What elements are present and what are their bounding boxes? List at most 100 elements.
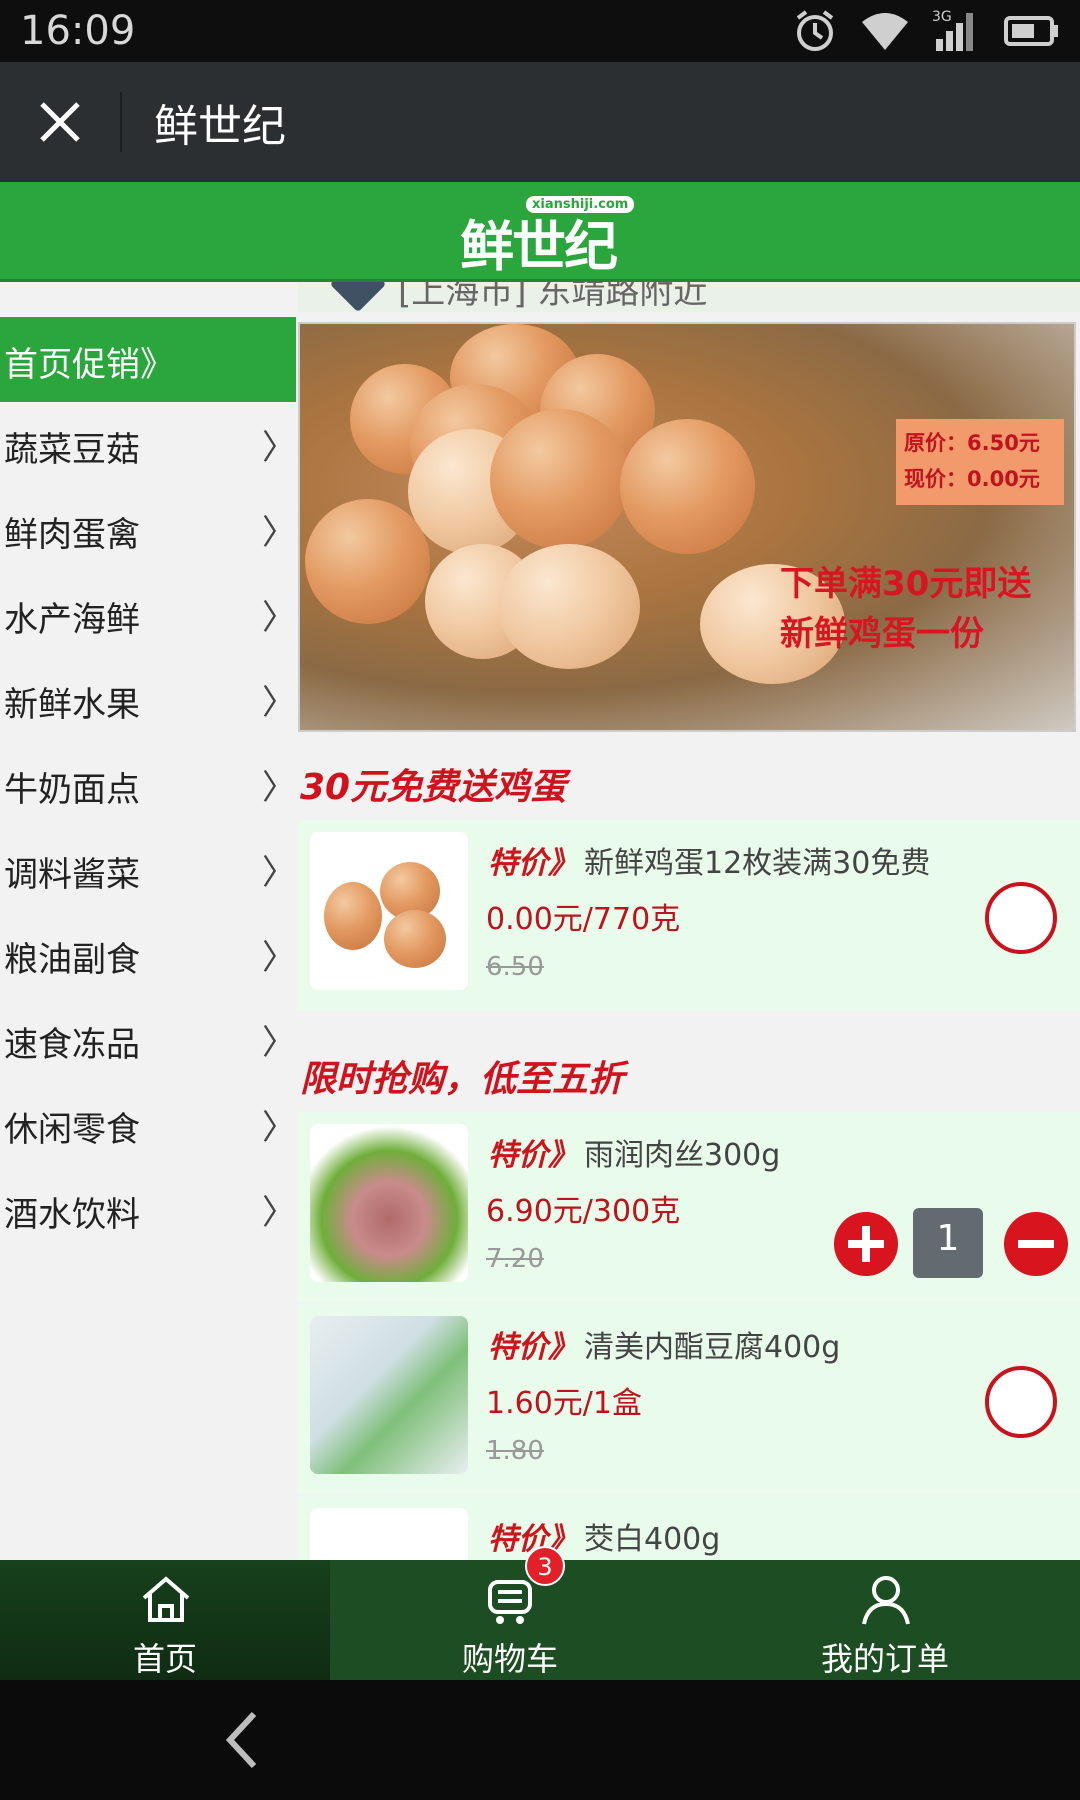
sidebar-item-grains-oil[interactable]: 粮油副食 〉 [0,912,296,997]
sidebar-item-label: 休闲零食 [4,1110,140,1150]
product-card[interactable]: 特价》 新鲜鸡蛋12枚装满30免费 0.00元/770克 6.50 [298,820,1080,1010]
logo-text: 鲜世纪 [460,214,618,278]
status-time: 16:09 [20,8,136,54]
quantity-display: 1 [913,1208,983,1278]
chevron-right-icon: 〉 [262,853,296,893]
chevron-right-icon: 〉 [262,598,296,638]
page-title: 鲜世纪 [154,101,286,152]
chevron-right-icon: 〉 [262,938,296,978]
location-pin-icon [329,282,387,312]
sidebar-item-label: 粮油副食 [4,940,140,980]
location-bar[interactable]: [上海市] 东靖路附近 [298,282,1080,312]
alarm-icon [796,10,834,51]
sidebar-item-fruit[interactable]: 新鲜水果 〉 [0,657,296,742]
banner-now-price: 现价：0.00元 [904,467,1040,491]
chevron-right-icon: 〉 [262,1193,296,1233]
signal-3g-icon: 3G [932,9,982,53]
banner-orig-price: 原价：6.50元 [904,431,1040,455]
sidebar-item-snacks[interactable]: 休闲零食 〉 [0,1082,296,1167]
chevron-right-icon: 〉 [262,513,296,553]
sidebar-item-label: 牛奶面点 [4,770,140,810]
wifi-icon [862,13,908,50]
product-name: 雨润肉丝300g [584,1138,781,1173]
sidebar-item-frozen[interactable]: 速食冻品 〉 [0,997,296,1082]
sidebar-item-label: 速食冻品 [4,1025,140,1065]
chevron-right-icon: 〉 [262,768,296,808]
increase-quantity-button[interactable] [834,1212,898,1276]
banner-price-box: 原价：6.50元 现价：0.00元 [896,419,1064,505]
sidebar-item-label: 调料酱菜 [4,855,140,895]
chevron-right-icon: 〉 [262,1023,296,1063]
product-image-eggs [310,832,468,990]
title-divider [120,92,122,152]
main-content: 原价：6.50元 现价：0.00元 下单满30元即送 新鲜鸡蛋一份 30元免费送… [298,312,1080,1560]
tab-label: 我的订单 [820,1640,949,1678]
product-name: 茭白400g [584,1522,721,1557]
sidebar-item-label: 首页促销》 [4,345,174,385]
egg-image [498,544,640,669]
status-bar: 16:09 3G [0,0,1080,62]
product-image-wild-rice [310,1508,468,1560]
product-price: 6.90元/300克 [486,1194,681,1229]
egg-image [305,499,430,624]
sidebar-item-seafood[interactable]: 水产海鲜 〉 [0,572,296,657]
product-name: 清美内酯豆腐400g [584,1330,841,1365]
product-original-price: 7.20 [486,1244,544,1274]
egg-image [490,409,630,549]
sidebar-item-meat-eggs[interactable]: 鲜肉蛋禽 〉 [0,487,296,572]
product-tag: 特价》 [488,1138,578,1173]
sidebar-item-vegetables[interactable]: 蔬菜豆菇 〉 [0,402,296,487]
cart-count-badge: 3 [525,1546,565,1586]
chevron-right-icon: 〉 [262,428,296,468]
product-card[interactable]: 特价》 雨润肉丝300g 6.90元/300克 7.20 1 [298,1112,1080,1302]
banner-promo-line1: 下单满30元即送 [780,564,1032,604]
tab-cart[interactable]: 3 购物车 [330,1546,690,1680]
tab-label: 购物车 [461,1640,558,1678]
sidebar-item-drinks[interactable]: 酒水饮料 〉 [0,1167,296,1252]
sidebar-item-dairy-bakery[interactable]: 牛奶面点 〉 [0,742,296,827]
product-tag: 特价》 [488,1330,578,1365]
sidebar-item-label: 新鲜水果 [4,685,140,725]
brand-logo: xianshiji.com 鲜世纪 [460,190,635,278]
section-title-flash-sale: 限时抢购，低至五折 [300,1059,625,1100]
sidebar-item-label: 酒水饮料 [4,1195,140,1235]
product-card[interactable]: 特价》 清美内酯豆腐400g 1.60元/1盒 1.80 [298,1304,1080,1494]
tab-label: 首页 [132,1640,197,1678]
product-image-pork [310,1124,468,1282]
tab-home[interactable]: 首页 [0,1560,330,1680]
back-icon[interactable] [222,1710,262,1770]
sidebar-item-promo[interactable]: 首页促销》 [0,317,296,402]
chevron-right-icon: 〉 [262,1108,296,1148]
promo-banner[interactable]: 原价：6.50元 现价：0.00元 下单满30元即送 新鲜鸡蛋一份 [298,322,1076,732]
location-text: [上海市] 东靖路附近 [398,282,708,312]
brand-header: xianshiji.com 鲜世纪 [0,182,1080,282]
product-card[interactable]: 特价》 茭白400g [298,1496,1080,1560]
sidebar-item-condiments[interactable]: 调料酱菜 〉 [0,827,296,912]
battery-icon [1004,16,1058,46]
section-title-free-eggs: 30元免费送鸡蛋 [300,767,567,808]
banner-promo-line2: 新鲜鸡蛋一份 [780,614,984,654]
title-bar: 鲜世纪 [0,62,1080,182]
category-sidebar: 首页促销》 蔬菜豆菇 〉 鲜肉蛋禽 〉 水产海鲜 〉 新鲜水果 〉 牛奶面点 〉… [0,312,296,1560]
sidebar-item-label: 蔬菜豆菇 [4,430,140,470]
add-to-cart-button[interactable] [985,882,1057,954]
sidebar-item-label: 鲜肉蛋禽 [4,515,140,555]
cart-icon [488,1580,532,1624]
product-original-price: 1.80 [486,1436,544,1466]
system-nav-bar [0,1680,1080,1800]
user-icon [862,1576,910,1625]
sidebar-item-label: 水产海鲜 [4,600,140,640]
tab-my-orders[interactable]: 我的订单 [690,1560,1080,1680]
bottom-nav: 首页 3 购物车 我的订单 [0,1546,1080,1680]
product-price: 1.60元/1盒 [486,1386,642,1421]
add-to-cart-button[interactable] [985,1366,1057,1438]
product-name: 新鲜鸡蛋12枚装满30免费 [584,846,931,881]
product-image-tofu [310,1316,468,1474]
chevron-right-icon: 〉 [262,683,296,723]
close-icon[interactable] [30,92,90,152]
product-price: 0.00元/770克 [486,902,681,937]
egg-image [620,419,755,554]
banner-promo-text: 下单满30元即送 新鲜鸡蛋一份 [780,559,1031,659]
product-tag: 特价》 [488,846,578,881]
decrease-quantity-button[interactable] [1004,1212,1068,1276]
